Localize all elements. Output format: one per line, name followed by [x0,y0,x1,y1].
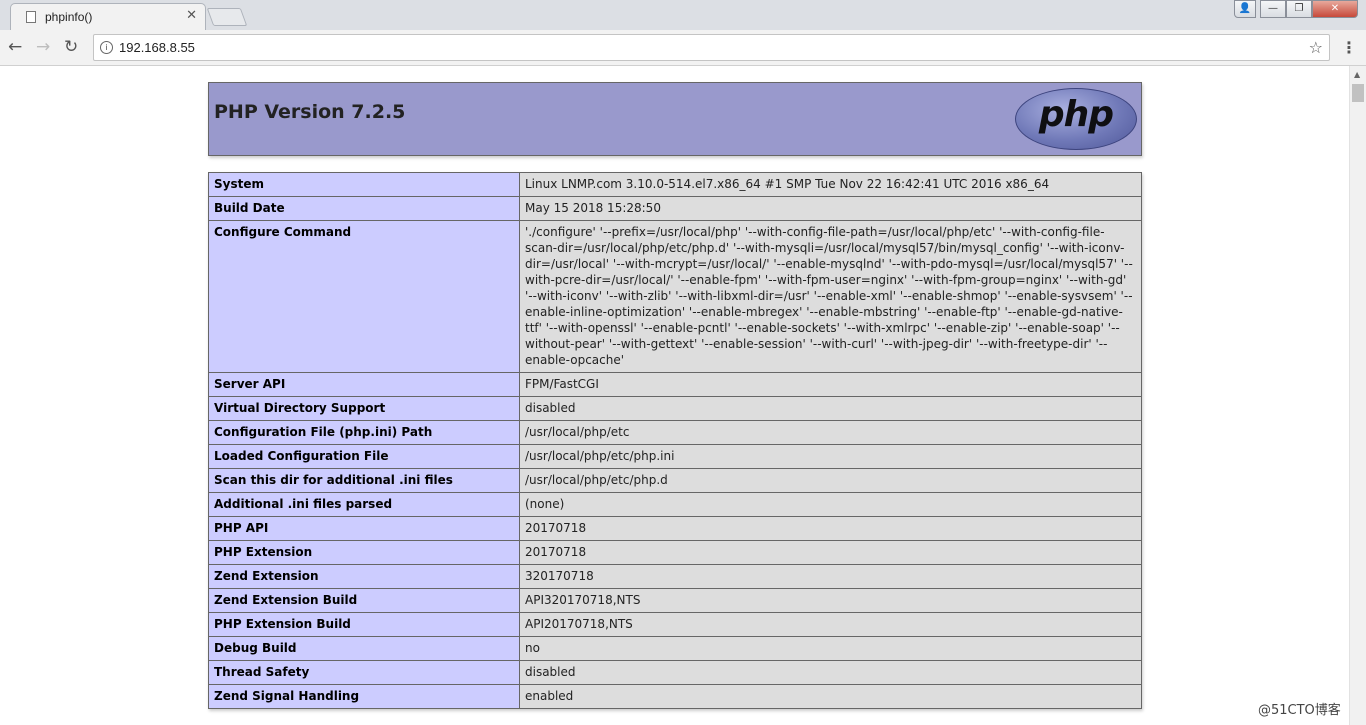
close-icon: ✕ [1330,3,1340,14]
table-row: Zend Signal Handling enabled [208,684,1142,709]
row-value: 20170718 [519,516,1142,541]
row-value: no [519,636,1142,661]
table-row: Thread Safety disabled [208,660,1142,685]
minimize-icon: — [1268,3,1278,14]
back-arrow-icon[interactable]: ← [8,37,22,57]
scroll-up-icon[interactable]: ▲ [1354,70,1360,79]
php-logo-text: php [1038,94,1114,135]
row-key: Additional .ini files parsed [208,492,520,517]
php-logo[interactable]: php [1015,88,1137,150]
table-row: Loaded Configuration File/usr/local/php/… [208,444,1142,469]
table-row: Server API FPM/FastCGI [208,372,1142,397]
page-icon [26,11,36,23]
maximize-icon: ❐ [1294,3,1304,14]
table-row: PHP API 20170718 [208,516,1142,541]
reload-icon[interactable]: ↻ [64,37,78,57]
info-icon[interactable]: i [100,41,113,54]
close-tab-icon[interactable]: ✕ [186,8,197,23]
row-value: './configure' '--prefix=/usr/local/php' … [519,220,1142,373]
row-key: PHP Extension Build [208,612,520,637]
row-key: System [208,172,520,197]
row-key: Virtual Directory Support [208,396,520,421]
browser-tab[interactable]: phpinfo() ✕ [10,3,206,30]
row-value: 320170718 [519,564,1142,589]
row-key: Configuration File (php.ini) Path [208,420,520,445]
tab-title: phpinfo() [45,10,93,24]
row-value: (none) [519,492,1142,517]
vertical-scrollbar[interactable]: ▲ [1349,66,1366,725]
row-value: /usr/local/php/etc/php.ini [519,444,1142,469]
row-value: /usr/local/php/etc/php.d [519,468,1142,493]
table-row: Additional .ini files parsed (none) [208,492,1142,517]
row-key: Thread Safety [208,660,520,685]
profile-button[interactable]: 👤 [1234,0,1256,18]
new-tab-button[interactable] [206,8,248,26]
row-value: disabled [519,660,1142,685]
table-row: Zend Extension 320170718 [208,564,1142,589]
table-row: Virtual Directory Support disabled [208,396,1142,421]
minimize-button[interactable]: — [1260,0,1286,18]
browser-toolbar: ← → ↻ i 192.168.8.55 ☆ ⋮ [0,30,1366,66]
row-value: API20170718,NTS [519,612,1142,637]
row-value: enabled [519,684,1142,709]
table-row: System Linux LNMP.com 3.10.0-514.el7.x86_… [208,172,1142,197]
menu-icon[interactable]: ⋮ [1341,38,1357,57]
row-value: FPM/FastCGI [519,372,1142,397]
watermark: @51CTO博客 [1258,703,1341,718]
table-row: Configuration File (php.ini) Path/usr/lo… [208,420,1142,445]
row-key: Configure Command [208,220,520,373]
scroll-thumb[interactable] [1352,84,1364,102]
table-row: Debug Build no [208,636,1142,661]
row-key: Build Date [208,196,520,221]
user-icon: 👤 [1238,3,1252,14]
row-value: May 15 2018 15:28:50 [519,196,1142,221]
forward-arrow-icon[interactable]: → [36,37,50,57]
page-title: PHP Version 7.2.5 [214,101,406,123]
page-content: PHP Version 7.2.5 php System Linux LNMP.c… [0,66,1349,725]
row-key: Zend Signal Handling [208,684,520,709]
row-value: Linux LNMP.com 3.10.0-514.el7.x86_64 #1 … [519,172,1142,197]
close-window-button[interactable]: ✕ [1312,0,1358,18]
row-key: PHP Extension [208,540,520,565]
star-icon[interactable]: ☆ [1309,38,1323,57]
row-value: /usr/local/php/etc [519,420,1142,445]
table-row: Scan this dir for additional .ini files /… [208,468,1142,493]
address-bar[interactable]: i 192.168.8.55 ☆ [93,34,1330,61]
row-key: Zend Extension [208,564,520,589]
row-key: Server API [208,372,520,397]
row-key: Scan this dir for additional .ini files [208,468,520,493]
row-key: PHP API [208,516,520,541]
row-key: Zend Extension Build [208,588,520,613]
table-row: Zend Extension Build API320170718,NTS [208,588,1142,613]
table-row: PHP Extension 20170718 [208,540,1142,565]
row-key: Debug Build [208,636,520,661]
table-row: Configure Command './configure' '--prefix… [208,220,1142,373]
info-table: System Linux LNMP.com 3.10.0-514.el7.x86_… [208,172,1142,709]
maximize-button[interactable]: ❐ [1286,0,1312,18]
row-value: API320170718,NTS [519,588,1142,613]
row-value: 20170718 [519,540,1142,565]
url-text[interactable]: 192.168.8.55 [119,40,195,55]
php-version-header: PHP Version 7.2.5 php [208,82,1142,156]
row-key: Loaded Configuration File [208,444,520,469]
row-value: disabled [519,396,1142,421]
title-bar: phpinfo() ✕ 👤 — ❐ ✕ [0,0,1366,30]
table-row: PHP Extension Build API20170718,NTS [208,612,1142,637]
table-row: Build Date May 15 2018 15:28:50 [208,196,1142,221]
